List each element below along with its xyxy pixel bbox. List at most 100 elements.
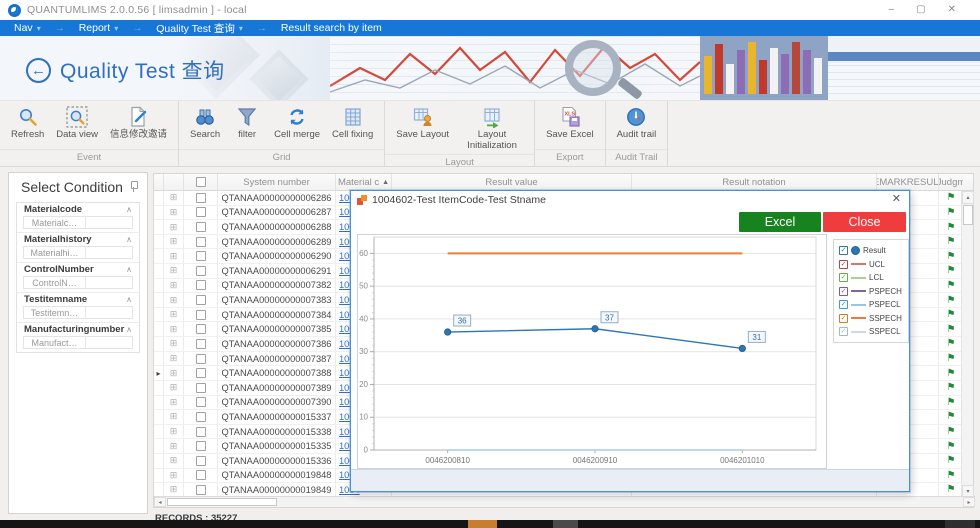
column-header-system-number[interactable]: System number	[218, 174, 336, 190]
condition-field-input[interactable]	[86, 247, 132, 258]
row-checkbox[interactable]	[196, 193, 206, 203]
dialog-close-icon[interactable]: ✕	[892, 192, 901, 205]
condition-group-materialhistory[interactable]: Materialhistory∧	[17, 232, 139, 246]
grid-header-gutter	[154, 174, 164, 190]
row-checkbox[interactable]	[196, 207, 206, 217]
row-checkbox[interactable]	[196, 324, 206, 334]
nav-item-quality-test[interactable]: Quality Test 查询▾	[156, 21, 243, 36]
close-button[interactable]: ✕	[948, 0, 956, 20]
condition-group-manufacturingnumber[interactable]: Manufacturingnumber∧	[17, 322, 139, 336]
toolbar-search-button[interactable]: Search	[185, 104, 225, 149]
condition-field-input[interactable]	[86, 337, 132, 348]
column-header-remark-result3[interactable]: REMARKRESULT3	[877, 174, 939, 190]
row-checkbox[interactable]	[196, 354, 206, 364]
expand-row-icon[interactable]: ⊞	[170, 309, 178, 320]
toolbar-refresh-button[interactable]: Refresh	[6, 104, 49, 149]
toolbar-group-export: XLSSave ExcelExport	[535, 101, 606, 166]
condition-group-materialcode[interactable]: Materialcode∧	[17, 203, 139, 216]
expand-row-icon[interactable]: ⊞	[170, 382, 178, 393]
expand-row-icon[interactable]: ⊞	[170, 470, 178, 481]
minimize-button[interactable]: –	[889, 0, 895, 20]
legend-checkbox[interactable]: ✓	[839, 273, 848, 282]
expand-row-icon[interactable]: ⊞	[170, 411, 178, 422]
row-checkbox[interactable]	[196, 470, 206, 480]
expand-row-icon[interactable]: ⊞	[170, 368, 178, 379]
expand-row-icon[interactable]: ⊞	[170, 338, 178, 349]
row-checkbox[interactable]	[196, 397, 206, 407]
row-checkbox[interactable]	[196, 383, 206, 393]
row-checkbox[interactable]	[196, 266, 206, 276]
toolbar-cell-merge-button[interactable]: Cell merge	[269, 104, 325, 149]
expand-row-icon[interactable]: ⊞	[170, 397, 178, 408]
vertical-scrollbar[interactable]: ▴ ▾	[961, 191, 973, 498]
toolbar-item-button[interactable]: 信息修改邀请	[105, 104, 172, 149]
condition-field-input[interactable]	[86, 277, 132, 288]
scroll-left-icon[interactable]: ◂	[154, 497, 166, 507]
toolbar-audit-trail-button[interactable]: Audit trail	[612, 104, 662, 149]
maximize-button[interactable]: ▢	[916, 0, 925, 20]
excel-button[interactable]: Excel	[739, 212, 821, 232]
expand-row-icon[interactable]: ⊞	[170, 251, 178, 262]
legend-checkbox[interactable]: ✓	[839, 260, 848, 269]
toolbar-cell-fixing-button[interactable]: Cell fixing	[327, 104, 378, 149]
nav-item-report[interactable]: Report▾	[79, 22, 119, 34]
nav-item-result-search-by-item[interactable]: Result search by item	[281, 22, 382, 34]
expand-row-icon[interactable]: ⊞	[170, 426, 178, 437]
condition-field-input[interactable]	[86, 307, 132, 318]
back-arrow-icon[interactable]: ←	[26, 58, 51, 83]
row-checkbox[interactable]	[196, 222, 206, 232]
expand-row-icon[interactable]: ⊞	[170, 236, 178, 247]
horizontal-scroll-thumb[interactable]	[167, 498, 277, 506]
legend-checkbox[interactable]: ✓	[839, 314, 848, 323]
condition-group-testitemname[interactable]: Testitemname∧	[17, 292, 139, 306]
pin-icon[interactable]	[130, 181, 137, 193]
row-checkbox[interactable]	[196, 295, 206, 305]
row-checkbox[interactable]	[196, 368, 206, 378]
toolbar-layout-initialization-button[interactable]: Layout Initialization	[456, 104, 528, 154]
legend-checkbox[interactable]: ✓	[839, 327, 848, 336]
horizontal-scrollbar[interactable]: ◂ ▸	[154, 496, 975, 507]
row-checkbox[interactable]	[196, 237, 206, 247]
row-expand-cell: ⊞	[164, 206, 184, 220]
row-checkbox[interactable]	[196, 412, 206, 422]
column-header-material-code[interactable]: Material c▲	[336, 174, 392, 190]
expand-row-icon[interactable]: ⊞	[170, 353, 178, 364]
column-header-result-value[interactable]: Result value	[392, 174, 632, 190]
select-all-checkbox[interactable]	[196, 177, 206, 187]
vertical-scroll-thumb[interactable]	[963, 205, 973, 225]
expand-row-icon[interactable]: ⊞	[170, 280, 178, 291]
row-checkbox[interactable]	[196, 310, 206, 320]
expand-row-icon[interactable]: ⊞	[170, 207, 178, 218]
nav-item-nav[interactable]: Nav▾	[14, 22, 41, 34]
row-checkbox[interactable]	[196, 339, 206, 349]
expand-row-icon[interactable]: ⊞	[170, 324, 178, 335]
expand-row-icon[interactable]: ⊞	[170, 295, 178, 306]
application-window: QUANTUMLIMS 2.0.0.56 [ limsadmin ] - loc…	[0, 0, 980, 528]
row-checkbox[interactable]	[196, 456, 206, 466]
expand-row-icon[interactable]: ⊞	[170, 441, 178, 452]
expand-row-icon[interactable]: ⊞	[170, 455, 178, 466]
close-dialog-button[interactable]: Close	[823, 212, 906, 232]
legend-checkbox[interactable]: ✓	[839, 300, 848, 309]
legend-checkbox[interactable]: ✓	[839, 287, 848, 296]
column-header-result-notation[interactable]: Result notation	[632, 174, 877, 190]
row-checkbox[interactable]	[196, 280, 206, 290]
toolbar-save-layout-button[interactable]: Save Layout	[391, 104, 454, 154]
condition-field-input[interactable]	[86, 217, 132, 228]
row-checkbox[interactable]	[196, 441, 206, 451]
expand-row-icon[interactable]: ⊞	[170, 484, 178, 495]
legend-checkbox[interactable]: ✓	[839, 246, 848, 255]
toolbar-save-excel-button[interactable]: XLSSave Excel	[541, 104, 599, 149]
toolbar-data-view-button[interactable]: Data view	[51, 104, 103, 149]
scroll-right-icon[interactable]: ▸	[963, 497, 975, 507]
expand-row-icon[interactable]: ⊞	[170, 222, 178, 233]
row-checkbox[interactable]	[196, 427, 206, 437]
toolbar-filter-button[interactable]: filter	[227, 104, 267, 149]
row-checkbox[interactable]	[196, 251, 206, 261]
expand-row-icon[interactable]: ⊞	[170, 192, 178, 203]
column-header-judgment[interactable]: Judgm	[939, 174, 963, 190]
expand-row-icon[interactable]: ⊞	[170, 265, 178, 276]
scroll-up-icon[interactable]: ▴	[962, 191, 974, 204]
condition-group-controlnumber[interactable]: ControlNumber∧	[17, 262, 139, 276]
row-checkbox[interactable]	[196, 485, 206, 495]
